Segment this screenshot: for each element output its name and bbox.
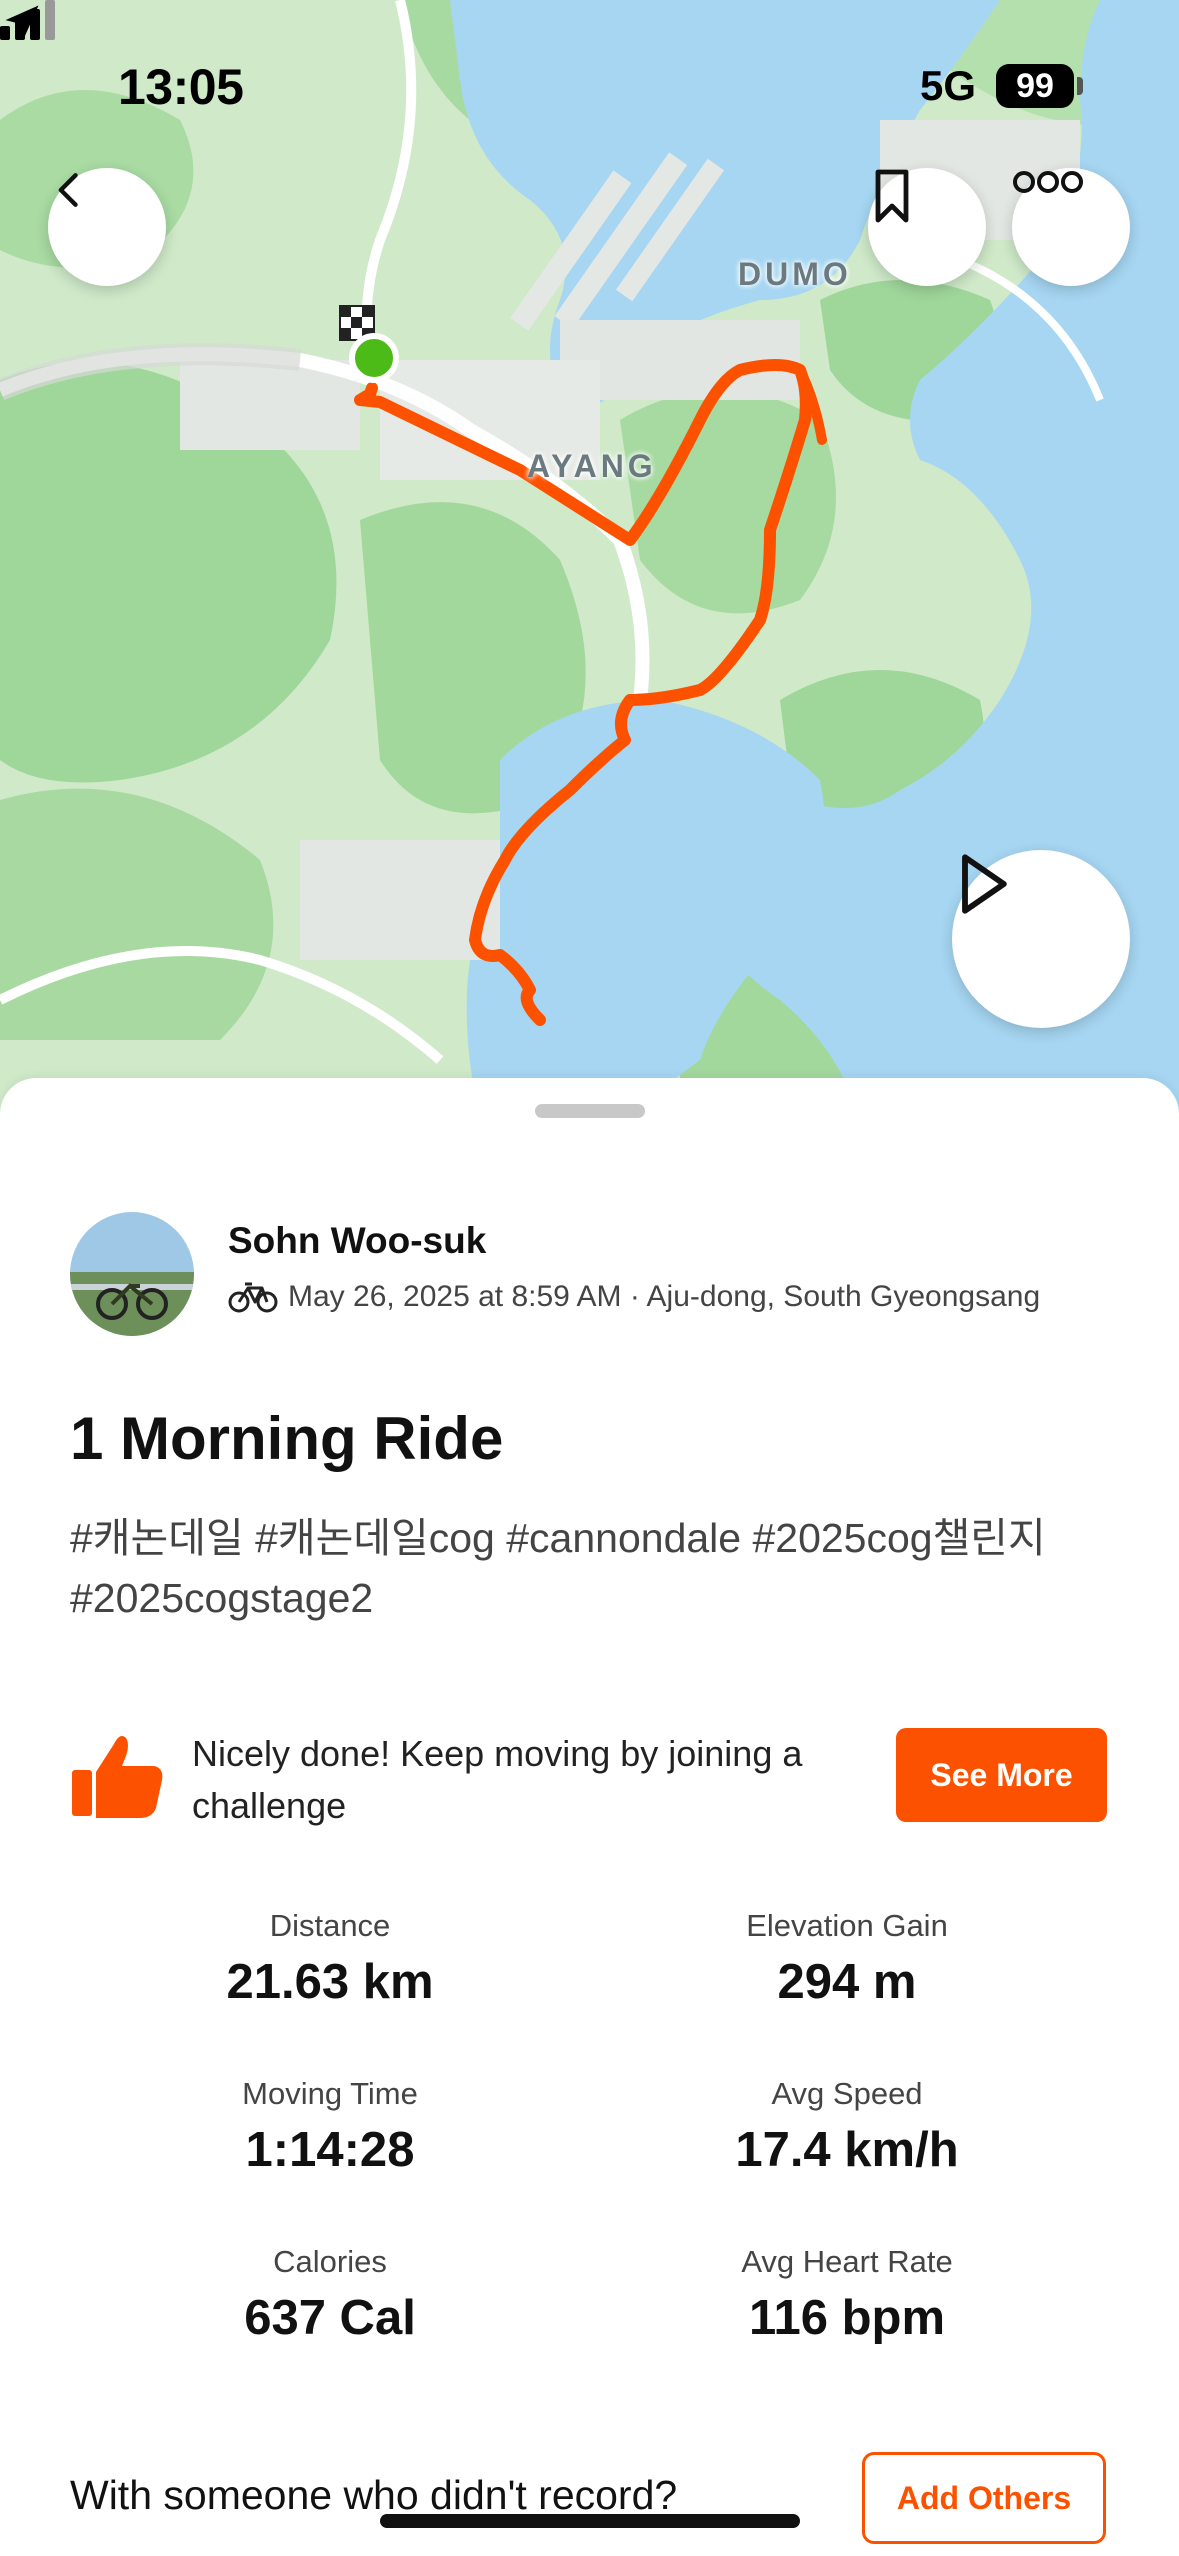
- stat-moving-time: Moving Time 1:14:28: [120, 2076, 540, 2178]
- avatar-photo: [70, 1212, 194, 1336]
- bike-icon: [228, 1282, 278, 1313]
- stat-value: 21.63 km: [226, 1955, 434, 2009]
- status-time: 13:05: [118, 59, 244, 115]
- map-label-dumo: DUMO: [738, 256, 852, 292]
- see-more-button[interactable]: See More: [896, 1728, 1107, 1822]
- activity-date-location: May 26, 2025 at 8:59 AM · Aju-dong, Sout…: [288, 1280, 1041, 1313]
- home-indicator[interactable]: [380, 2514, 800, 2528]
- stat-elevation-gain: Elevation Gain 294 m: [637, 1908, 1057, 2010]
- athlete-name[interactable]: Sohn Woo-suk: [228, 1220, 486, 1262]
- battery-tip: [1077, 77, 1083, 95]
- stat-distance: Distance 21.63 km: [120, 1908, 540, 2010]
- stat-value: 294 m: [777, 1955, 917, 2009]
- stat-value: 116 bpm: [748, 2291, 946, 2345]
- play-icon: [962, 854, 1007, 914]
- back-icon: [58, 173, 78, 207]
- challenge-promo-text: Nicely done! Keep moving by joining a ch…: [192, 1733, 803, 1826]
- network-type: 5G: [920, 62, 977, 109]
- stat-calories: Calories 637 Cal: [120, 2244, 540, 2346]
- bookmark-button[interactable]: [868, 168, 986, 286]
- stat-label: Avg Speed: [771, 2076, 923, 2111]
- activity-screen: AYANG DUMO 13:05 5G 99 Sohn Woo-suk May …: [0, 0, 1179, 2556]
- battery-indicator: 99: [996, 64, 1074, 108]
- activity-meta: May 26, 2025 at 8:59 AM · Aju-dong, Sout…: [228, 1280, 1040, 1314]
- back-button[interactable]: [48, 168, 166, 286]
- stat-label: Calories: [273, 2244, 387, 2279]
- more-icon: [1013, 171, 1083, 193]
- stat-label: Avg Heart Rate: [741, 2244, 953, 2279]
- route-map[interactable]: AYANG DUMO 13:05 5G 99: [0, 0, 1179, 1120]
- add-others-button[interactable]: Add Others: [862, 2452, 1106, 2544]
- sheet-grabber[interactable]: [535, 1104, 645, 1118]
- stat-avg-speed: Avg Speed 17.4 km/h: [637, 2076, 1057, 2178]
- bookmark-icon: [875, 169, 909, 223]
- more-options-button[interactable]: [1012, 168, 1130, 286]
- stat-label: Moving Time: [242, 2076, 418, 2111]
- thumbs-up-icon: [72, 1736, 163, 1818]
- add-others-prompt: With someone who didn't record?: [70, 2472, 678, 2518]
- stat-label: Elevation Gain: [746, 1908, 948, 1943]
- stat-label: Distance: [269, 1908, 391, 1943]
- map-label-ayang: AYANG: [527, 448, 657, 484]
- stat-value: 637 Cal: [244, 2291, 416, 2345]
- activity-description: #캐논데일 #캐논데일cog #cannondale #2025cog챌린지 #…: [70, 1515, 1046, 1621]
- play-flyover-button[interactable]: [952, 850, 1130, 1028]
- signal-icon: [0, 0, 55, 40]
- avatar[interactable]: [70, 1212, 194, 1336]
- stat-value: 1:14:28: [245, 2123, 415, 2177]
- activity-sheet: Sohn Woo-suk May 26, 2025 at 8:59 AM · A…: [0, 1078, 1179, 2556]
- stat-value: 17.4 km/h: [735, 2123, 959, 2177]
- activity-title: 1 Morning Ride: [70, 1405, 504, 1472]
- stat-avg-heart-rate: Avg Heart Rate 116 bpm: [637, 2244, 1057, 2346]
